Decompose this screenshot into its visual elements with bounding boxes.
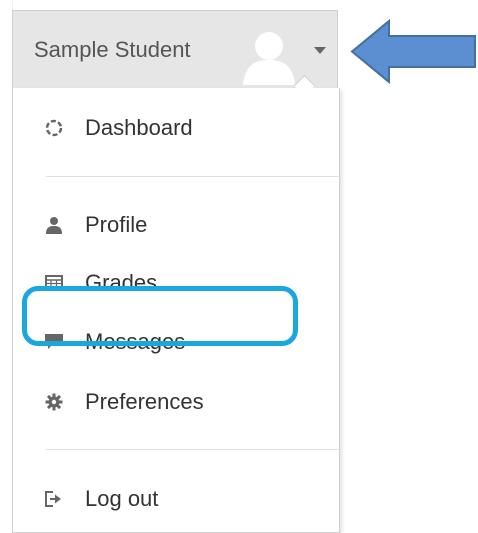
menu-item-label: Messages — [85, 329, 186, 354]
sign-out-icon — [44, 489, 64, 509]
table-icon — [44, 273, 64, 293]
caret-down-icon — [314, 47, 326, 54]
annotation-arrow-icon — [350, 18, 476, 85]
menu-divider — [46, 449, 341, 450]
menu-item-label: Dashboard — [85, 115, 193, 140]
user-menu-toggle[interactable]: Sample Student — [12, 10, 338, 88]
user-icon — [44, 215, 64, 235]
menu-item-preferences[interactable]: Preferences — [13, 379, 339, 425]
menu-item-label: Grades — [85, 270, 158, 295]
menu-item-messages[interactable]: Messages — [13, 319, 339, 365]
menu-item-profile[interactable]: Profile — [13, 202, 339, 248]
menu-divider — [46, 176, 341, 177]
gear-icon — [44, 392, 64, 412]
menu-item-label: Preferences — [85, 389, 204, 414]
user-dropdown-menu: Dashboard Profile Grades Messages Prefer… — [12, 88, 341, 533]
user-avatar-icon — [243, 32, 295, 85]
dashboard-icon — [44, 118, 64, 138]
menu-item-logout[interactable]: Log out — [13, 476, 339, 522]
user-name: Sample Student — [34, 37, 191, 62]
menu-item-label: Profile — [85, 212, 148, 237]
menu-item-dashboard[interactable]: Dashboard — [13, 105, 339, 151]
comment-icon — [44, 332, 64, 352]
menu-item-label: Log out — [85, 486, 159, 511]
menu-item-grades[interactable]: Grades — [13, 260, 339, 306]
